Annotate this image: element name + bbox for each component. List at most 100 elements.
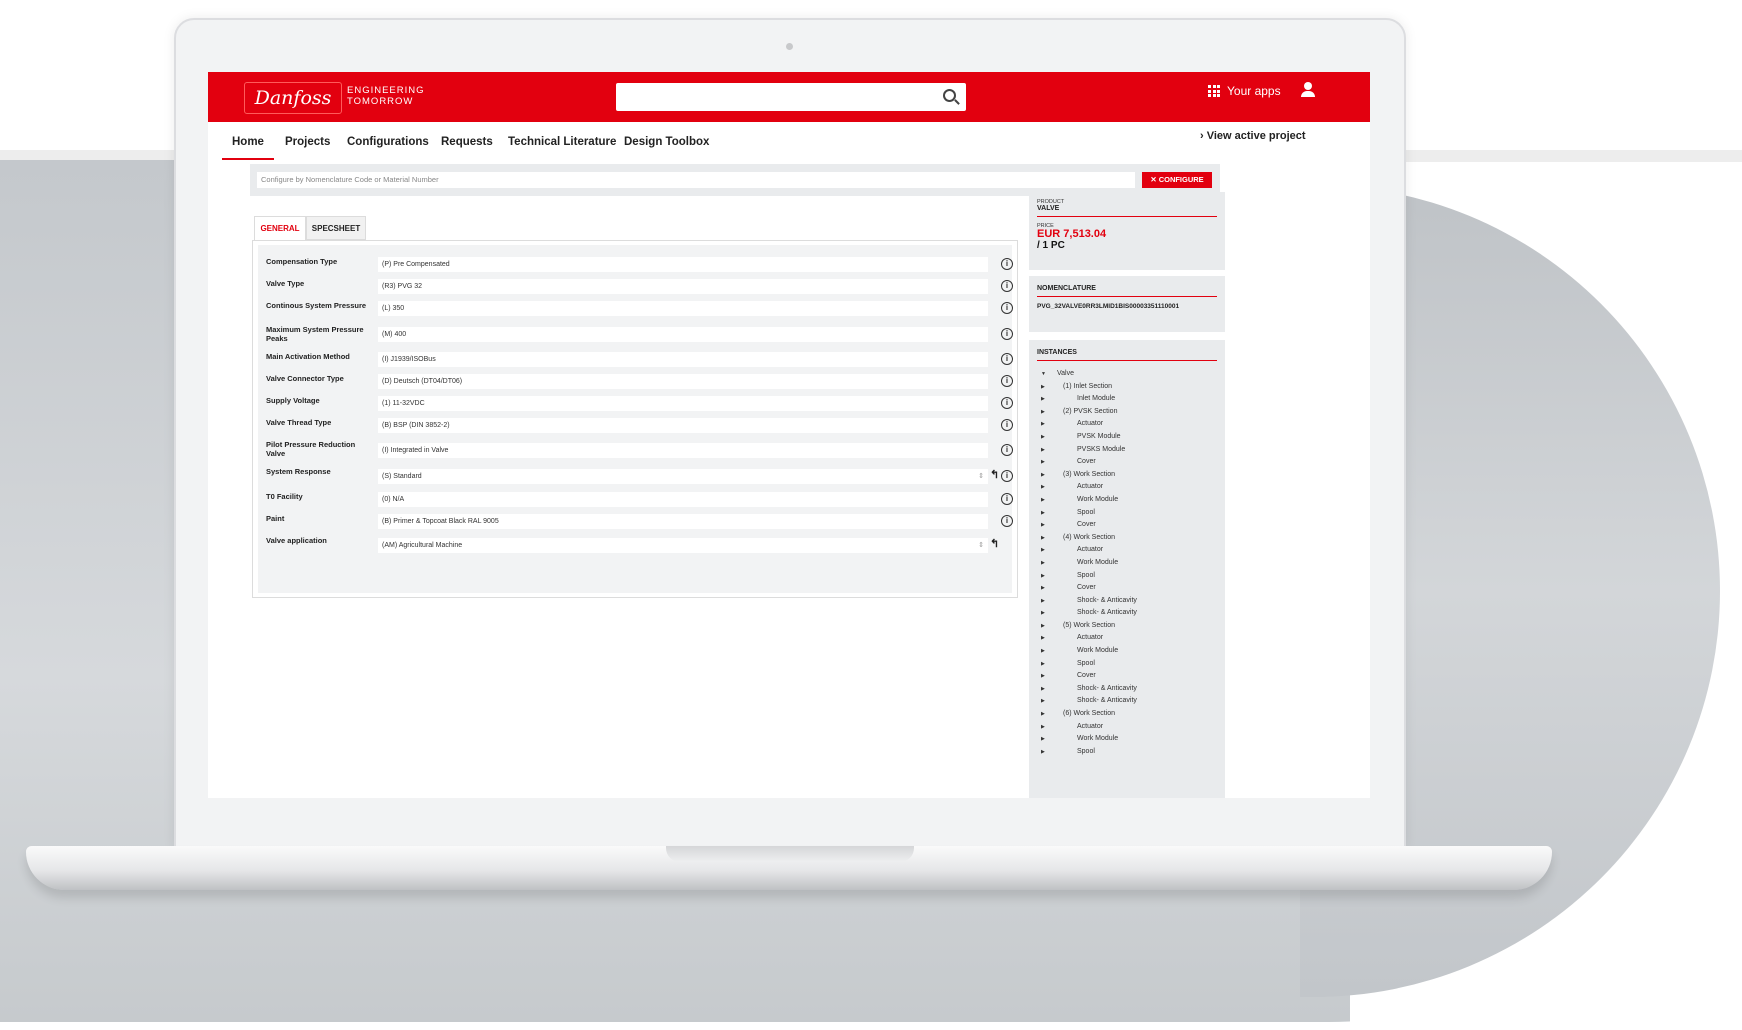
valve-connector-type-field[interactable]: (D) Deutsch (DT04/DT06) bbox=[378, 374, 988, 389]
tree-item[interactable]: ▶ Cover bbox=[1037, 670, 1217, 683]
tree-item[interactable]: ▶ Cover bbox=[1037, 519, 1217, 532]
tree-item-label: Shock- & Anticavity bbox=[1077, 596, 1137, 604]
tree-item[interactable]: ▶ Spool bbox=[1037, 658, 1217, 671]
t0-facility-field[interactable]: (0) N/A bbox=[378, 492, 988, 507]
tree-item[interactable]: ▶ (5) Work Section bbox=[1037, 620, 1217, 633]
tree-item[interactable]: ▶ Actuator bbox=[1037, 481, 1217, 494]
configure-input[interactable]: Configure by Nomenclature Code or Materi… bbox=[257, 172, 1135, 188]
info-icon[interactable]: i bbox=[1001, 444, 1013, 456]
caret-right-icon: ▶ bbox=[1041, 383, 1045, 390]
compensation-type-field[interactable]: (P) Pre Compensated bbox=[378, 257, 988, 272]
tree-item[interactable]: ▶ Spool bbox=[1037, 507, 1217, 520]
caret-right-icon: ▶ bbox=[1041, 509, 1045, 516]
price-value: EUR 7,513.04 bbox=[1037, 228, 1107, 240]
info-icon[interactable]: i bbox=[1001, 328, 1013, 340]
system-response-select[interactable]: (S) Standard ⇕ bbox=[378, 469, 988, 484]
maximum-system-pressure-field[interactable]: (M) 400 bbox=[378, 327, 988, 342]
your-apps-label: Your apps bbox=[1227, 84, 1281, 98]
tree-item[interactable]: ▶ Spool bbox=[1037, 746, 1217, 759]
valve-application-select[interactable]: (AM) Agricultural Machine ⇕ bbox=[378, 538, 988, 553]
tree-item[interactable]: ▶ (4) Work Section bbox=[1037, 532, 1217, 545]
continous-system-pressure-field[interactable]: (L) 350 bbox=[378, 301, 988, 316]
main-activation-method-field[interactable]: (I) J1939/ISOBus bbox=[378, 352, 988, 367]
tagline-line-1: ENGINEERING bbox=[347, 85, 425, 96]
row-label: Supply Voltage bbox=[266, 396, 320, 405]
tree-item[interactable]: ▶ Actuator bbox=[1037, 632, 1217, 645]
tree-item[interactable]: ▶ Cover bbox=[1037, 582, 1217, 595]
nav-projects[interactable]: Projects bbox=[285, 136, 330, 148]
tree-item[interactable]: ▶ Actuator bbox=[1037, 544, 1217, 557]
nav-configurations[interactable]: Configurations bbox=[347, 136, 429, 148]
tree-item[interactable]: ▶ (1) Inlet Section bbox=[1037, 381, 1217, 394]
search-icon[interactable] bbox=[943, 89, 956, 102]
nav-home[interactable]: Home bbox=[222, 136, 274, 160]
valve-type-field[interactable]: (R3) PVG 32 bbox=[378, 279, 988, 294]
undo-icon[interactable]: ↰ bbox=[990, 468, 999, 481]
tree-item[interactable]: ▶ (6) Work Section bbox=[1037, 708, 1217, 721]
search-input[interactable] bbox=[616, 83, 966, 111]
info-icon[interactable]: i bbox=[1001, 258, 1013, 270]
tree-item[interactable]: ▶ Shock- & Anticavity bbox=[1037, 695, 1217, 708]
tree-item-label: Cover bbox=[1077, 672, 1096, 680]
supply-voltage-field[interactable]: (1) 11-32VDC bbox=[378, 396, 988, 411]
user-icon[interactable] bbox=[1300, 82, 1316, 98]
tree-item[interactable]: ▶ Work Module bbox=[1037, 645, 1217, 658]
tree-item-label: Actuator bbox=[1077, 483, 1104, 491]
tree-item[interactable]: ▶ Work Module bbox=[1037, 733, 1217, 746]
tree-item[interactable]: ▶ (2) PVSK Section bbox=[1037, 406, 1217, 419]
tree-item[interactable]: ▶ Work Module bbox=[1037, 494, 1217, 507]
form-row: Main Activation Method (I) J1939/ISOBus … bbox=[266, 352, 1026, 376]
caret-right-icon: ▶ bbox=[1041, 622, 1045, 629]
tree-item[interactable]: ▶ Actuator bbox=[1037, 721, 1217, 734]
tree-item[interactable]: ▶ Shock- & Anticavity bbox=[1037, 595, 1217, 608]
info-icon[interactable]: i bbox=[1001, 302, 1013, 314]
info-icon[interactable]: i bbox=[1001, 353, 1013, 365]
divider bbox=[1037, 296, 1217, 297]
tree-item[interactable]: ▶ Spool bbox=[1037, 570, 1217, 583]
tree-item[interactable]: ▼ Valve bbox=[1037, 368, 1217, 381]
info-icon[interactable]: i bbox=[1001, 280, 1013, 292]
pilot-pressure-reduction-valve-field[interactable]: (I) Integrated in Valve bbox=[378, 443, 988, 458]
tree-item[interactable]: ▶ PVSK Module bbox=[1037, 431, 1217, 444]
tree-item[interactable]: ▶ Actuator bbox=[1037, 418, 1217, 431]
form-row: Paint (B) Primer & Topcoat Black RAL 900… bbox=[266, 514, 1026, 538]
undo-icon[interactable]: ↰ bbox=[990, 537, 999, 550]
product-value: VALVE bbox=[1037, 205, 1060, 212]
valve-thread-type-field[interactable]: (B) BSP (DIN 3852-2) bbox=[378, 418, 988, 433]
tab-general[interactable]: GENERAL bbox=[254, 216, 306, 240]
camera bbox=[786, 43, 793, 50]
info-icon[interactable]: i bbox=[1001, 515, 1013, 527]
tree-item-label: Shock- & Anticavity bbox=[1077, 609, 1137, 617]
tagline: ENGINEERING TOMORROW bbox=[347, 85, 425, 107]
danfoss-logo[interactable]: Danfoss bbox=[244, 82, 342, 114]
tree-item-label: Spool bbox=[1077, 508, 1095, 516]
configure-button[interactable]: ✕ CONFIGURE bbox=[1142, 172, 1212, 188]
tree-item[interactable]: ▶ Shock- & Anticavity bbox=[1037, 683, 1217, 696]
tree-item-label: Work Module bbox=[1077, 495, 1119, 503]
tree-item[interactable]: ▶ (3) Work Section bbox=[1037, 469, 1217, 482]
general-form: Compensation Type (P) Pre Compensated i … bbox=[252, 240, 1018, 598]
tree-item[interactable]: ▶ Inlet Module bbox=[1037, 393, 1217, 406]
tree-item-label: Cover bbox=[1077, 521, 1096, 529]
nav-design-toolbox[interactable]: Design Toolbox bbox=[624, 136, 709, 148]
info-icon[interactable]: i bbox=[1001, 419, 1013, 431]
nav-requests[interactable]: Requests bbox=[441, 136, 493, 148]
caret-right-icon: ▶ bbox=[1041, 748, 1045, 755]
info-icon[interactable]: i bbox=[1001, 375, 1013, 387]
info-icon[interactable]: i bbox=[1001, 493, 1013, 505]
tab-specsheet[interactable]: SPECSHEET bbox=[306, 216, 366, 240]
your-apps-button[interactable]: Your apps bbox=[1208, 84, 1281, 98]
tree-item[interactable]: ▶ Work Module bbox=[1037, 557, 1217, 570]
tree-item[interactable]: ▶ Cover bbox=[1037, 456, 1217, 469]
info-icon[interactable]: i bbox=[1001, 470, 1013, 482]
tree-item[interactable]: ▶ Shock- & Anticavity bbox=[1037, 607, 1217, 620]
tree-item-label: Work Module bbox=[1077, 647, 1119, 655]
caret-right-icon: ▶ bbox=[1041, 484, 1045, 491]
view-active-project-link[interactable]: › View active project bbox=[1200, 130, 1306, 142]
info-icon[interactable]: i bbox=[1001, 397, 1013, 409]
tree-item[interactable]: ▶ PVSKS Module bbox=[1037, 444, 1217, 457]
tree-item-label: Work Module bbox=[1077, 735, 1119, 743]
row-label: Compensation Type bbox=[266, 257, 338, 266]
nav-technical-literature[interactable]: Technical Literature bbox=[508, 136, 616, 148]
paint-field[interactable]: (B) Primer & Topcoat Black RAL 9005 bbox=[378, 514, 988, 529]
